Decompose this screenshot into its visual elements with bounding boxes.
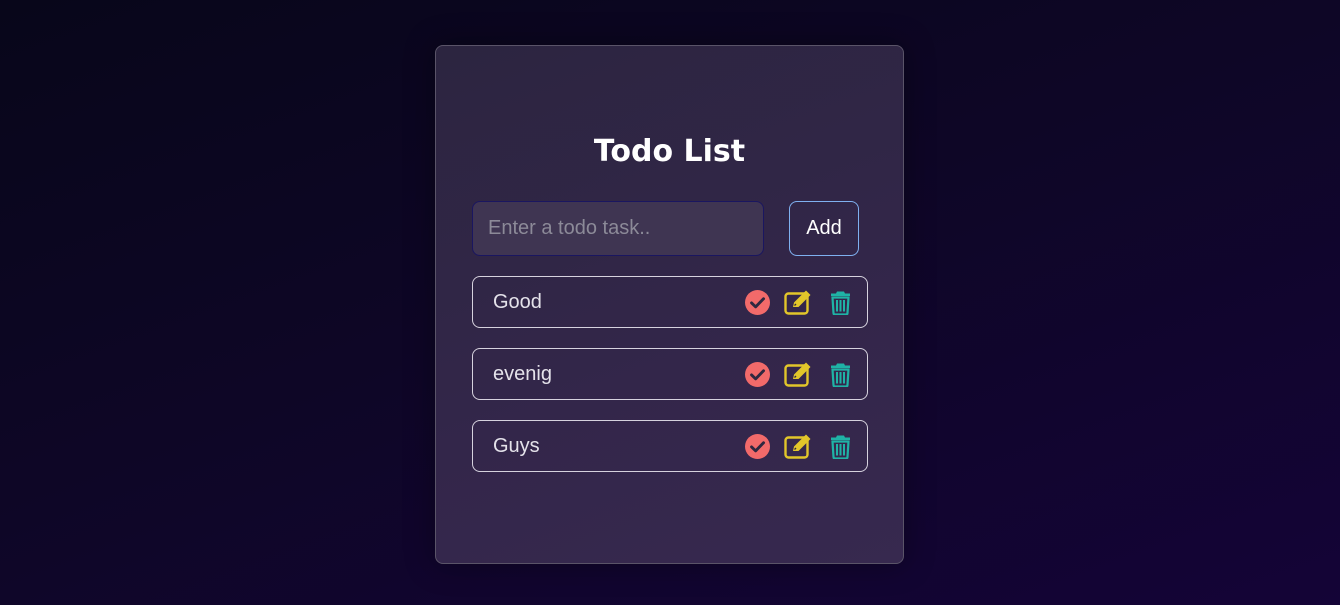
todo-item: Guys: [472, 420, 868, 472]
todo-item-text: evenig: [493, 363, 552, 385]
check-circle-icon[interactable]: [744, 289, 770, 315]
trash-icon[interactable]: [829, 289, 851, 315]
pen-to-square-icon[interactable]: [784, 433, 814, 459]
todo-item: evenig: [472, 348, 868, 400]
add-button[interactable]: Add: [789, 201, 859, 256]
todo-actions: [744, 433, 851, 459]
check-circle-icon[interactable]: [744, 433, 770, 459]
todo-list: Good evenig Guys: [472, 276, 868, 492]
todo-card: Todo List Add Good evenig: [435, 45, 904, 564]
todo-item-text: Guys: [493, 435, 540, 457]
trash-icon[interactable]: [829, 433, 851, 459]
check-circle-icon[interactable]: [744, 361, 770, 387]
todo-actions: [744, 289, 851, 315]
todo-input[interactable]: [472, 201, 764, 256]
trash-icon[interactable]: [829, 361, 851, 387]
todo-item: Good: [472, 276, 868, 328]
todo-actions: [744, 361, 851, 387]
page-title: Todo List: [593, 134, 746, 169]
todo-item-text: Good: [493, 291, 542, 313]
pen-to-square-icon[interactable]: [784, 289, 814, 315]
pen-to-square-icon[interactable]: [784, 361, 814, 387]
